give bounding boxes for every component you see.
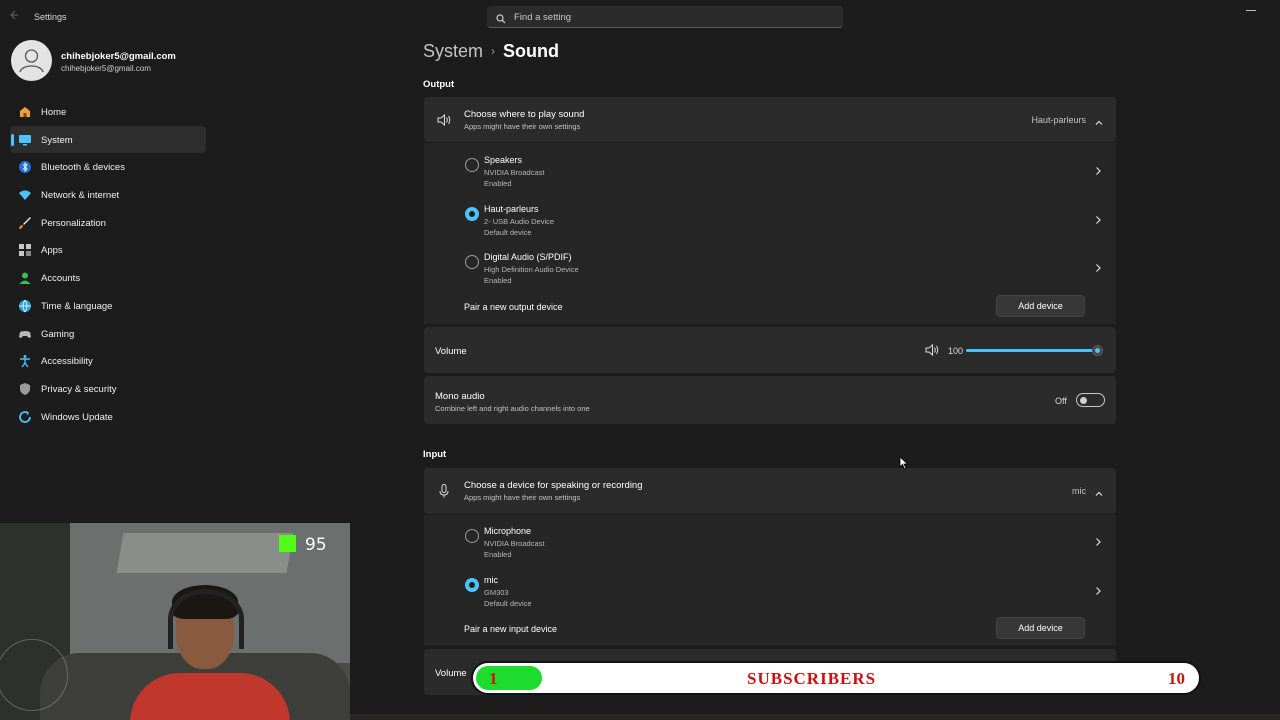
mono-audio-state: Off (1055, 396, 1067, 406)
subscriber-current: 1 (489, 669, 498, 688)
chevron-right-icon[interactable] (1094, 260, 1102, 272)
sidebar-item-privacy[interactable]: Privacy & security (10, 375, 206, 403)
input-device-chooser[interactable]: Choose a device for speaking or recordin… (424, 468, 1116, 514)
system-icon (18, 133, 32, 147)
device-row-speakers[interactable]: Speakers NVIDIA Broadcast Enabled (424, 145, 1116, 193)
volume-icon[interactable] (924, 342, 940, 358)
home-icon (18, 105, 32, 119)
add-output-device-button[interactable]: Add device (996, 295, 1085, 317)
breadcrumb-separator: › (491, 44, 496, 58)
webcam-overlay: 95 (0, 523, 350, 720)
input-volume-label: Volume (435, 668, 467, 679)
user-email: chihebjoker5@gmail.com (61, 64, 151, 73)
output-volume-value: 100 (948, 346, 964, 356)
apps-icon (18, 243, 32, 257)
device-row-mic[interactable]: mic GM303 Default device (424, 565, 1116, 613)
globe-icon (18, 299, 32, 313)
pair-input-label: Pair a new input device (464, 624, 558, 634)
wifi-icon (18, 188, 32, 202)
sidebar-item-personalization[interactable]: Personalization (10, 209, 206, 237)
chevron-right-icon[interactable] (1094, 583, 1102, 595)
subscriber-goal-progress (476, 666, 542, 690)
back-arrow-icon[interactable] (9, 10, 23, 24)
add-input-device-button[interactable]: Add device (996, 617, 1085, 639)
mono-audio-desc: Combine left and right audio channels in… (435, 404, 590, 413)
minimize-button[interactable] (1246, 10, 1256, 11)
device-row-digital-audio[interactable]: Digital Audio (S/PDIF) High Definition A… (424, 242, 1116, 290)
radio-microphone[interactable] (465, 529, 479, 543)
output-volume-slider[interactable] (966, 349, 1098, 352)
output-device-chooser[interactable]: Choose where to play sound Apps might ha… (424, 97, 1116, 142)
sidebar-item-accessibility[interactable]: Accessibility (10, 347, 206, 375)
mono-audio-card: Mono audio Combine left and right audio … (424, 376, 1116, 424)
breadcrumb-system[interactable]: System (423, 41, 483, 61)
sidebar-item-gaming[interactable]: Gaming (10, 320, 206, 348)
input-selected-value: mic (1072, 486, 1086, 496)
streamer-body (130, 673, 290, 720)
search-box[interactable]: Find a setting (487, 6, 843, 28)
app-title: Settings (34, 12, 67, 22)
page-title: Sound (503, 41, 560, 61)
radio-haut-parleurs[interactable] (465, 207, 479, 221)
search-icon (496, 11, 506, 24)
chevron-right-icon[interactable] (1094, 163, 1102, 175)
brush-icon (18, 216, 32, 230)
mouse-cursor-icon (899, 456, 909, 470)
chevron-right-icon[interactable] (1094, 534, 1102, 546)
microphone-icon (436, 483, 452, 499)
radio-digital-audio[interactable] (465, 255, 479, 269)
output-section-label: Output (423, 79, 455, 90)
mono-audio-toggle[interactable] (1076, 393, 1105, 407)
gaming-icon (18, 327, 32, 341)
subscriber-label: SUBSCRIBERS (747, 669, 877, 688)
output-volume-card: Volume 100 (424, 327, 1116, 373)
pair-output-label: Pair a new output device (464, 302, 563, 312)
speaker-icon (436, 112, 452, 128)
sidebar-item-system[interactable]: System (10, 125, 206, 154)
subscriber-goal-bar: 1 SUBSCRIBERS 10 (471, 661, 1201, 695)
output-chooser-desc: Apps might have their own settings (464, 122, 581, 131)
radio-mic[interactable] (465, 578, 479, 592)
bluetooth-icon (18, 160, 32, 174)
sidebar-item-apps[interactable]: Apps (10, 236, 206, 264)
subscriber-goal: 10 (1168, 669, 1185, 688)
sidebar-item-windows-update[interactable]: Windows Update (10, 403, 206, 431)
shield-icon (18, 382, 32, 396)
kick-logo-icon (279, 535, 296, 552)
user-name: chihebjoker5@gmail.com (61, 51, 176, 62)
output-chooser-title: Choose where to play sound (464, 109, 585, 120)
sidebar-item-network[interactable]: Network & internet (10, 181, 206, 209)
chevron-up-icon[interactable] (1094, 115, 1104, 125)
breadcrumb: System › Sound (423, 41, 559, 62)
radio-speakers[interactable] (465, 158, 479, 172)
update-icon (18, 410, 32, 424)
sidebar-item-bluetooth[interactable]: Bluetooth & devices (10, 153, 206, 181)
device-row-microphone[interactable]: Microphone NVIDIA Broadcast Enabled (424, 516, 1116, 564)
device-row-haut-parleurs[interactable]: Haut-parleurs 2- USB Audio Device Defaul… (424, 194, 1116, 242)
chevron-up-icon[interactable] (1094, 486, 1104, 496)
output-volume-label: Volume (435, 346, 467, 357)
headset (168, 589, 244, 649)
viewer-count: 95 (305, 535, 327, 555)
mono-audio-title: Mono audio (435, 391, 485, 402)
accessibility-icon (18, 354, 32, 368)
output-volume-thumb[interactable] (1092, 345, 1103, 356)
search-input[interactable]: Find a setting (514, 12, 571, 23)
chevron-right-icon[interactable] (1094, 212, 1102, 224)
output-selected-value: Haut-parleurs (1031, 115, 1086, 125)
user-profile[interactable]: chihebjoker5@gmail.com chihebjoker5@gmai… (11, 40, 241, 82)
avatar (11, 40, 52, 81)
sidebar-item-home[interactable]: Home (10, 98, 206, 126)
input-chooser-title: Choose a device for speaking or recordin… (464, 480, 643, 491)
accounts-icon (18, 271, 32, 285)
sidebar-item-accounts[interactable]: Accounts (10, 264, 206, 292)
sidebar-nav: Home System Bluetooth & devices Network … (10, 98, 206, 430)
sidebar-item-time-language[interactable]: Time & language (10, 292, 206, 320)
input-chooser-desc: Apps might have their own settings (464, 493, 581, 502)
input-section-label: Input (423, 449, 447, 460)
